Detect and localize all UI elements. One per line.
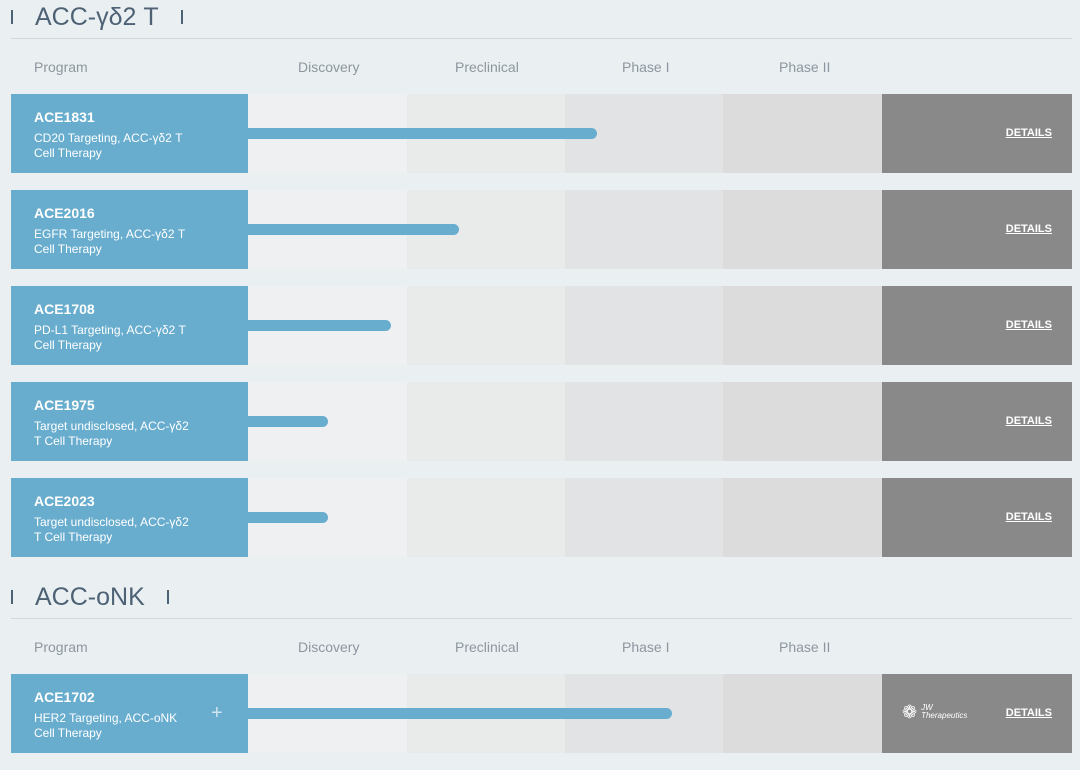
stage-phase-2 bbox=[723, 674, 882, 753]
details-link[interactable]: DETAILS bbox=[1006, 415, 1052, 427]
details-panel: DETAILS bbox=[882, 190, 1072, 269]
program-row: ACE2016 EGFR Targeting, ACC-γδ2 T Cell Th… bbox=[11, 190, 1072, 269]
program-card: ACE2023 Target undisclosed, ACC-γδ2 T Cel… bbox=[11, 478, 248, 557]
progress-bar bbox=[241, 512, 328, 523]
stage-phase-1 bbox=[565, 382, 723, 461]
section-title: ACC-oNK bbox=[11, 580, 169, 614]
column-header: Discovery bbox=[298, 639, 360, 655]
details-panel: DETAILS bbox=[882, 94, 1072, 173]
program-card: ACE1708 PD-L1 Targeting, ACC-γδ2 T Cell T… bbox=[11, 286, 248, 365]
stage-phase-2 bbox=[723, 382, 882, 461]
details-link[interactable]: DETAILS bbox=[1006, 319, 1052, 331]
program-row: ACE1831 CD20 Targeting, ACC-γδ2 T Cell Th… bbox=[11, 94, 1072, 173]
program-row: ACE2023 Target undisclosed, ACC-γδ2 T Cel… bbox=[11, 478, 1072, 557]
column-header: Discovery bbox=[298, 59, 360, 75]
progress-bar bbox=[241, 416, 328, 427]
divider bbox=[11, 38, 1072, 39]
details-panel: DETAILS bbox=[882, 286, 1072, 365]
progress-bar bbox=[241, 128, 597, 139]
column-header: Phase II bbox=[779, 59, 831, 75]
jw-logo-icon: ❁ bbox=[902, 702, 918, 722]
details-panel: ❁ JW Therapeutics DETAILS bbox=[882, 674, 1072, 753]
stage-phase-1 bbox=[565, 478, 723, 557]
details-panel: DETAILS bbox=[882, 478, 1072, 557]
divider bbox=[180, 10, 183, 24]
program-card: ACE2016 EGFR Targeting, ACC-γδ2 T Cell Th… bbox=[11, 190, 248, 269]
section-title: ACC-γδ2 T bbox=[11, 0, 183, 34]
column-header: Phase I bbox=[622, 59, 670, 75]
details-link[interactable]: DETAILS bbox=[1006, 223, 1052, 235]
column-header: Program bbox=[34, 59, 88, 75]
column-header: Phase I bbox=[622, 639, 670, 655]
progress-bar bbox=[241, 320, 392, 331]
expand-plus-icon[interactable]: + bbox=[211, 702, 223, 725]
details-link[interactable]: DETAILS bbox=[1006, 127, 1052, 139]
details-link[interactable]: DETAILS bbox=[1006, 511, 1052, 523]
partner-logo: ❁ JW Therapeutics bbox=[902, 702, 968, 722]
program-card: ACE1831 CD20 Targeting, ACC-γδ2 T Cell Th… bbox=[11, 94, 248, 173]
stage-phase-2 bbox=[723, 190, 882, 269]
stage-preclinical bbox=[407, 478, 565, 557]
stage-preclinical bbox=[407, 382, 565, 461]
progress-bar bbox=[241, 708, 673, 719]
program-row: ACE1702 HER2 Targeting, ACC-oNK Cell Ther… bbox=[11, 674, 1072, 753]
stage-phase-1 bbox=[565, 286, 723, 365]
stage-phase-1 bbox=[565, 190, 723, 269]
divider bbox=[166, 590, 169, 604]
stage-phase-2 bbox=[723, 94, 882, 173]
program-row: ACE1975 Target undisclosed, ACC-γδ2 T Cel… bbox=[11, 382, 1072, 461]
stage-phase-2 bbox=[723, 286, 882, 365]
column-header: Program bbox=[34, 639, 88, 655]
divider bbox=[11, 10, 13, 24]
divider bbox=[11, 618, 1072, 619]
stage-preclinical bbox=[407, 286, 565, 365]
details-panel: DETAILS bbox=[882, 382, 1072, 461]
stage-phase-2 bbox=[723, 478, 882, 557]
program-card: ACE1702 HER2 Targeting, ACC-oNK Cell Ther… bbox=[11, 674, 248, 753]
column-header: Preclinical bbox=[455, 59, 519, 75]
column-header: Phase II bbox=[779, 639, 831, 655]
divider bbox=[11, 590, 13, 604]
program-row: ACE1708 PD-L1 Targeting, ACC-γδ2 T Cell T… bbox=[11, 286, 1072, 365]
details-link[interactable]: DETAILS bbox=[1006, 707, 1052, 719]
program-card: ACE1975 Target undisclosed, ACC-γδ2 T Cel… bbox=[11, 382, 248, 461]
progress-bar bbox=[241, 224, 460, 235]
column-header: Preclinical bbox=[455, 639, 519, 655]
